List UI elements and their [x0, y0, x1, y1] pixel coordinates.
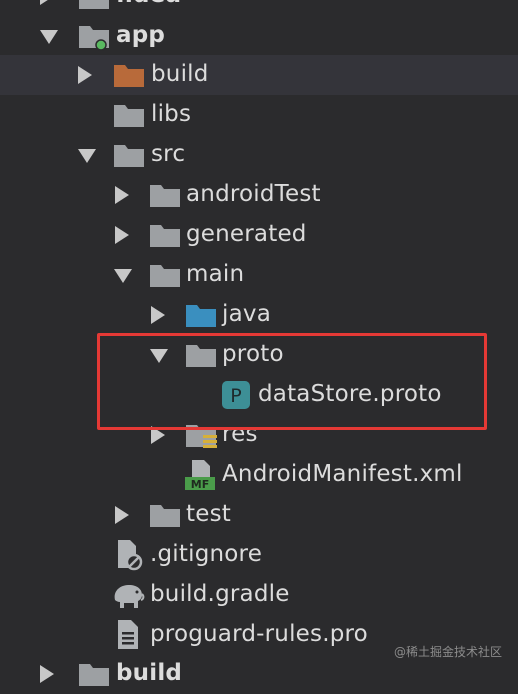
tree-row-build-root[interactable]: build — [0, 654, 518, 694]
collapse-arrow-icon[interactable] — [78, 149, 96, 163]
folder-icon — [150, 265, 180, 287]
tree-row-build-gradle[interactable]: build.gradle — [0, 575, 518, 615]
tree-row-label: AndroidManifest.xml — [222, 461, 463, 487]
tree-row-label: build — [151, 61, 209, 87]
folder-icon — [114, 105, 144, 127]
expand-arrow-icon[interactable] — [151, 306, 165, 324]
text-file-icon — [118, 620, 138, 649]
folder-icon — [150, 225, 180, 247]
tree-row-label: app — [116, 22, 166, 48]
tree-row-gitignore[interactable]: .gitignore — [0, 535, 518, 575]
folder-icon — [150, 505, 180, 527]
tree-row-test[interactable]: test — [0, 495, 518, 535]
tree-row-androidtest[interactable]: androidTest — [0, 175, 518, 215]
watermark: @稀土掘金技术社区 — [393, 645, 502, 659]
tree-row-label: libs — [151, 101, 192, 127]
tree-row-label: java — [222, 301, 271, 327]
highlight-annotation-box — [97, 333, 487, 430]
module-folder-icon — [79, 26, 109, 51]
folder-icon — [79, 664, 109, 686]
tree-row-generated[interactable]: generated — [0, 215, 518, 255]
collapse-arrow-icon[interactable] — [40, 30, 58, 44]
tree-row-libs[interactable]: libs — [0, 95, 518, 135]
tree-row-label: src — [151, 141, 186, 167]
project-tree: .idea app build libs src — [0, 0, 518, 686]
manifest-file-icon: MF — [185, 460, 215, 491]
gitignore-file-icon — [118, 540, 143, 571]
expand-arrow-icon[interactable] — [115, 506, 129, 524]
folder-icon — [114, 145, 144, 167]
folder-icon — [79, 0, 109, 9]
tree-row-idea[interactable]: .idea — [0, 0, 518, 16]
tree-row-label: main — [186, 261, 245, 287]
tree-row-label: androidTest — [186, 181, 321, 207]
excluded-folder-icon — [114, 65, 144, 87]
tree-row-src[interactable]: src — [0, 135, 518, 175]
folder-icon — [150, 185, 180, 207]
expand-arrow-icon[interactable] — [40, 665, 54, 683]
tree-row-label: build.gradle — [150, 581, 290, 607]
expand-arrow-icon[interactable] — [115, 226, 129, 244]
tree-row-label: .gitignore — [150, 541, 263, 567]
collapse-arrow-icon[interactable] — [114, 269, 132, 283]
tree-row-label: build — [116, 660, 183, 686]
expand-arrow-icon[interactable] — [78, 66, 92, 84]
tree-row-label: test — [186, 501, 231, 527]
tree-row-app[interactable]: app — [0, 16, 518, 56]
expand-arrow-icon[interactable] — [40, 0, 54, 5]
tree-row-main[interactable]: main — [0, 255, 518, 295]
gradle-elephant-icon — [114, 585, 145, 608]
tree-row-label: proguard-rules.pro — [150, 621, 368, 647]
expand-arrow-icon[interactable] — [115, 186, 129, 204]
source-root-folder-icon — [186, 305, 216, 327]
tree-row-label: generated — [186, 221, 307, 247]
tree-row-label: .idea — [116, 0, 181, 8]
tree-row-android-manifest[interactable]: MF AndroidManifest.xml — [0, 455, 518, 495]
tree-row-build[interactable]: build — [0, 55, 518, 95]
manifest-file-icon-tag: MF — [191, 478, 209, 491]
tree-row-java[interactable]: java — [0, 295, 518, 335]
